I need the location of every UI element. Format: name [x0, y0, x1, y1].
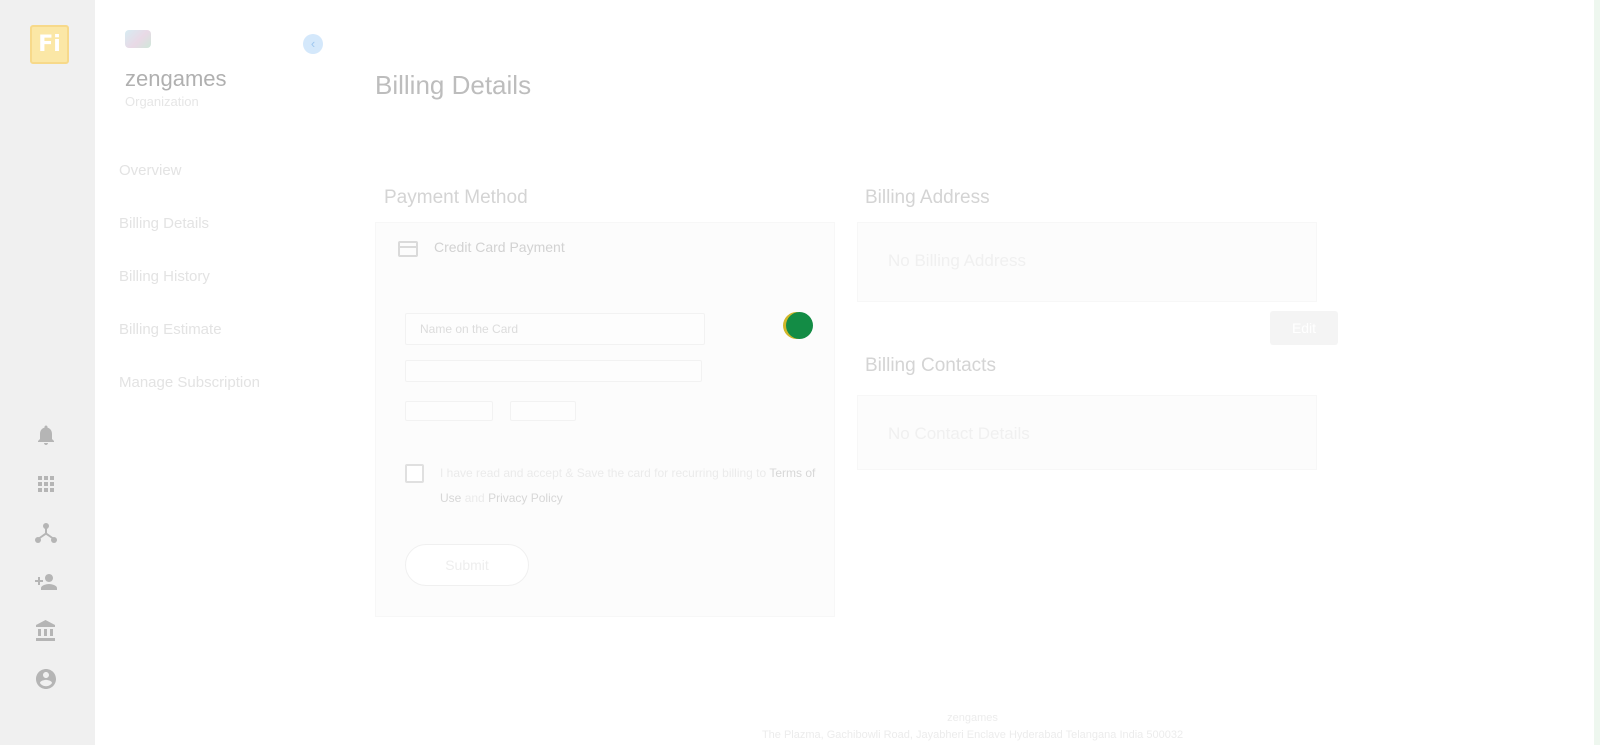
- billing-address-card: No Billing Address: [857, 222, 1317, 302]
- chevron-left-icon[interactable]: ‹: [303, 34, 323, 54]
- page-title: Billing Details: [375, 70, 532, 100]
- submit-button[interactable]: Submit: [405, 544, 529, 586]
- org-panel: ‹ zengames Organization Overview Billing…: [95, 0, 345, 745]
- left-rail: Fi: [0, 0, 95, 745]
- loading-spinner: [786, 312, 813, 339]
- nav-item-overview[interactable]: Overview: [119, 162, 182, 179]
- nav-item-billing-estimate[interactable]: Billing Estimate: [119, 321, 222, 338]
- credit-card-option-label[interactable]: Credit Card Payment: [434, 239, 565, 255]
- apps-grid-icon[interactable]: [34, 472, 58, 496]
- footer-address: The Plazma, Gachibowli Road, Jayabheri E…: [761, 729, 1184, 741]
- billing-contacts-title: Billing Contacts: [865, 355, 996, 376]
- card-expiry-field[interactable]: [405, 401, 493, 421]
- main-content: Billing Details Payment Method Credit Ca…: [345, 0, 1600, 745]
- window-edge: [1594, 0, 1600, 745]
- card-number-field[interactable]: [405, 360, 702, 382]
- org-type: Organization: [125, 94, 199, 109]
- nav-item-billing-history[interactable]: Billing History: [119, 268, 210, 285]
- edit-billing-address-button[interactable]: Edit: [1270, 311, 1338, 345]
- privacy-policy-link[interactable]: Privacy Policy: [488, 491, 563, 505]
- bell-icon[interactable]: [34, 423, 58, 447]
- card-name-input[interactable]: [405, 313, 705, 345]
- no-billing-address-text: No Billing Address: [888, 251, 1026, 270]
- payment-method-title: Payment Method: [384, 187, 528, 208]
- billing-contacts-card: No Contact Details: [857, 395, 1317, 470]
- org-name: zengames: [125, 66, 227, 91]
- footer-company: zengames: [947, 712, 998, 724]
- org-avatar: [125, 30, 151, 48]
- nav-item-manage-subscription[interactable]: Manage Subscription: [119, 374, 260, 391]
- credit-card-icon: [398, 241, 418, 257]
- app-logo[interactable]: Fi: [30, 25, 69, 64]
- add-user-icon[interactable]: [34, 570, 58, 594]
- hierarchy-icon[interactable]: [34, 521, 58, 545]
- accept-terms-checkbox[interactable]: [405, 464, 424, 483]
- account-circle-icon[interactable]: [34, 667, 58, 691]
- payment-method-card: Credit Card Payment I have read and acce…: [375, 222, 835, 617]
- terms-text: I have read and accept & Save the card f…: [440, 466, 816, 505]
- card-cvv-field[interactable]: [510, 401, 576, 421]
- billing-address-title: Billing Address: [865, 187, 990, 208]
- nav-item-billing-details[interactable]: Billing Details: [119, 215, 209, 232]
- bank-icon[interactable]: [34, 619, 58, 643]
- no-contact-details-text: No Contact Details: [888, 424, 1030, 443]
